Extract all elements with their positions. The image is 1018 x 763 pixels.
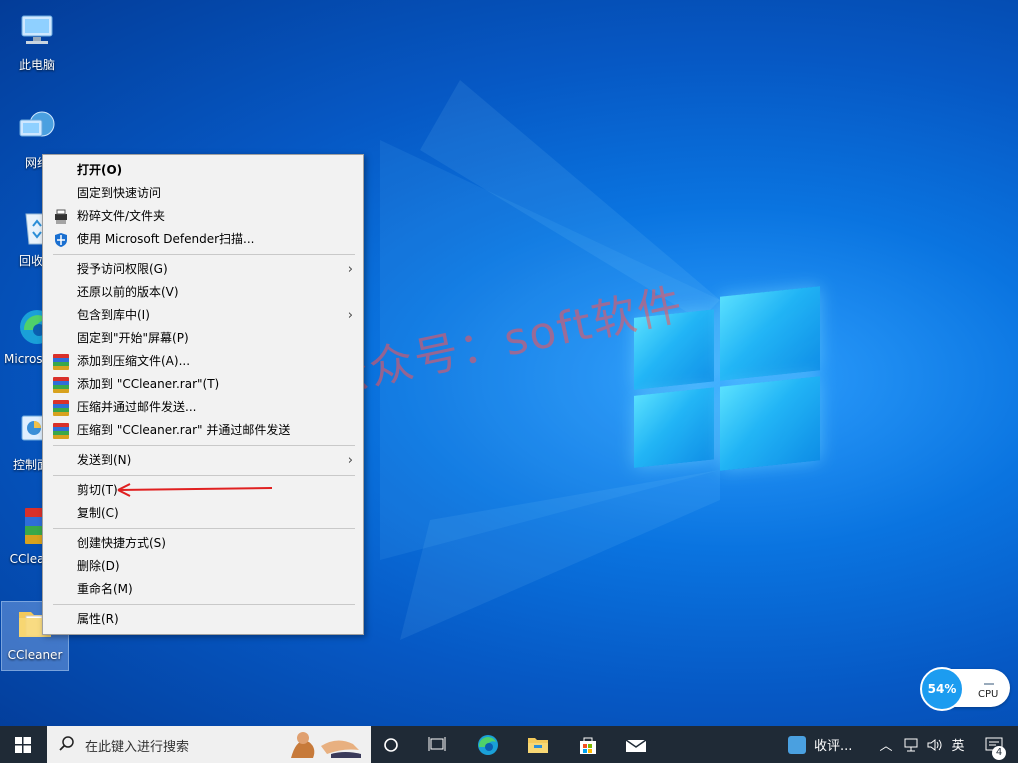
winrar-icon: [53, 354, 69, 370]
menu-item-label: 授予访问权限(G): [77, 262, 168, 276]
folder-icon: [528, 737, 548, 753]
menu-item-shred[interactable]: 粉碎文件/文件夹: [43, 205, 363, 228]
shredder-icon: [53, 209, 69, 225]
winrar-icon: [53, 400, 69, 416]
desktop: 微信公众号：soft软件 此电脑 网络 回收站 Microsoft Edge 控…: [0, 0, 1018, 726]
tray-app[interactable]: 收评...: [788, 726, 870, 763]
menu-item-label: 属性(R): [77, 612, 119, 626]
menu-item-compress-rar-email[interactable]: 压缩到 "CCleaner.rar" 并通过邮件发送: [43, 419, 363, 442]
menu-item-give-access[interactable]: 授予访问权限(G) ›: [43, 258, 363, 281]
tray-app-label: 收评...: [814, 739, 853, 754]
search-icon: [59, 736, 74, 751]
menu-item-add-to-rar[interactable]: 添加到 "CCleaner.rar"(T): [43, 373, 363, 396]
menu-item-pin-start[interactable]: 固定到"开始"屏幕(P): [43, 327, 363, 350]
windows-start-icon: [15, 736, 31, 753]
taskbar-search-box[interactable]: 在此键入进行搜索: [47, 726, 371, 763]
context-menu: 打开(O) 固定到快速访问 粉碎文件/文件夹 使用 Microsoft Defe…: [42, 154, 364, 635]
store-bag-icon: [580, 737, 596, 754]
ime-label: 英: [951, 739, 965, 754]
menu-item-label: 复制(C): [77, 506, 119, 520]
edge-icon: [478, 734, 498, 755]
network-icon: [16, 108, 58, 150]
task-view-icon: [428, 736, 446, 751]
chevron-right-icon: ›: [347, 308, 353, 323]
menu-item-label: 使用 Microsoft Defender扫描...: [77, 232, 255, 246]
action-center-button[interactable]: 4: [976, 726, 1012, 763]
mail-icon: [625, 738, 647, 752]
menu-item-create-shortcut[interactable]: 创建快捷方式(S): [43, 532, 363, 555]
menu-separator: [53, 604, 355, 605]
menu-item-label: 包含到库中(I): [77, 308, 150, 322]
menu-item-label: 添加到 "CCleaner.rar"(T): [77, 377, 220, 391]
cpu-percent-badge: 54%: [920, 667, 964, 711]
winrar-icon: [53, 423, 69, 439]
menu-item-label: 添加到压缩文件(A)...: [77, 354, 191, 368]
speaker-icon: [927, 738, 942, 751]
network-wired-icon: [904, 738, 918, 751]
volume-button[interactable]: [924, 726, 946, 763]
menu-item-open[interactable]: 打开(O): [43, 159, 363, 182]
menu-item-label: 粉碎文件/文件夹: [77, 209, 166, 223]
menu-item-properties[interactable]: 属性(R): [43, 608, 363, 631]
winrar-icon: [53, 377, 69, 393]
menu-item-copy[interactable]: 复制(C): [43, 502, 363, 525]
menu-item-pin-quick-access[interactable]: 固定到快速访问: [43, 182, 363, 205]
cpu-monitor-widget[interactable]: CPU 54%: [920, 667, 1012, 711]
menu-item-label: 固定到"开始"屏幕(P): [77, 331, 189, 345]
menu-item-rename[interactable]: 重命名(M): [43, 578, 363, 601]
taskbar-mail[interactable]: [618, 726, 654, 763]
cortana-circle-icon: [384, 737, 398, 752]
tray-app-icon: [788, 735, 806, 754]
notification-count-badge: 4: [992, 746, 1006, 760]
menu-separator: [53, 475, 355, 476]
menu-item-restore-versions[interactable]: 还原以前的版本(V): [43, 281, 363, 304]
defender-shield-icon: [53, 232, 69, 248]
cortana-button[interactable]: [374, 726, 408, 763]
computer-icon: [16, 10, 58, 52]
menu-separator: [53, 254, 355, 255]
cpu-graph-icon: [984, 675, 994, 685]
menu-item-label: 剪切(T): [77, 483, 118, 497]
menu-item-label: 还原以前的版本(V): [77, 285, 179, 299]
menu-item-label: 固定到快速访问: [77, 186, 162, 200]
menu-item-label: 删除(D): [77, 559, 120, 573]
menu-item-label: 压缩到 "CCleaner.rar" 并通过邮件发送: [77, 423, 291, 437]
menu-item-defender-scan[interactable]: 使用 Microsoft Defender扫描...: [43, 228, 363, 251]
menu-item-delete[interactable]: 删除(D): [43, 555, 363, 578]
desktop-icon-this-pc[interactable]: 此电脑: [4, 10, 70, 73]
menu-item-send-to[interactable]: 发送到(N) ›: [43, 449, 363, 472]
tray-overflow-button[interactable]: ︿: [876, 726, 896, 763]
menu-item-add-archive[interactable]: 添加到压缩文件(A)...: [43, 350, 363, 373]
menu-item-label: 打开(O): [77, 163, 123, 177]
desktop-icon-label: 此电脑: [18, 58, 55, 72]
network-status-button[interactable]: [900, 726, 922, 763]
taskbar: 在此键入进行搜索 收评... ︿ 英 4: [0, 726, 1018, 763]
chevron-right-icon: ›: [347, 453, 353, 468]
menu-item-include-library[interactable]: 包含到库中(I) ›: [43, 304, 363, 327]
taskbar-edge[interactable]: [470, 726, 506, 763]
taskbar-file-explorer[interactable]: [520, 726, 556, 763]
chevron-up-icon: ︿: [879, 739, 893, 754]
taskbar-store[interactable]: [570, 726, 606, 763]
menu-item-compress-email[interactable]: 压缩并通过邮件发送...: [43, 396, 363, 419]
menu-item-label: 创建快捷方式(S): [77, 536, 166, 550]
menu-item-label: 重命名(M): [77, 582, 133, 596]
desktop-icon-label: CCleaner: [7, 648, 63, 662]
cpu-label: CPU: [978, 689, 999, 700]
chevron-right-icon: ›: [347, 262, 353, 277]
menu-item-label: 发送到(N): [77, 453, 132, 467]
menu-separator: [53, 445, 355, 446]
start-button[interactable]: [0, 726, 46, 763]
menu-separator: [53, 528, 355, 529]
menu-item-label: 压缩并通过邮件发送...: [77, 400, 197, 414]
task-view-button[interactable]: [420, 726, 454, 763]
search-highlight-illustration-icon: [291, 732, 361, 758]
search-placeholder: 在此键入进行搜索: [85, 740, 190, 755]
annotation-arrow-icon: [117, 483, 273, 497]
ime-indicator[interactable]: 英: [946, 726, 970, 763]
